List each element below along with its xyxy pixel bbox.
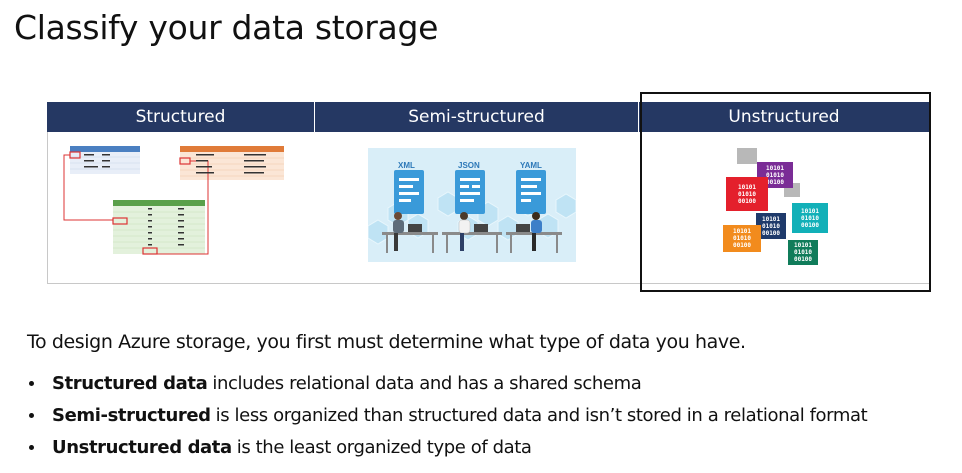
binary-block-orange: 10101 01010 00100 (723, 225, 761, 252)
bullet-bold: Semi-structured (52, 404, 211, 426)
bullet-bold: Unstructured data (52, 436, 232, 458)
binary-block-teal: 10101 01010 00100 (792, 203, 828, 233)
bullet-dot-icon (29, 380, 34, 386)
bullet-list: Structured data includes relational data… (27, 367, 868, 463)
binary-block-green: 10101 01010 00100 (788, 240, 818, 265)
page-title: Classify your data storage (14, 8, 439, 47)
bullet-text: is the least organized type of data (236, 436, 532, 458)
bullet-item-unstructured: Unstructured data is the least organized… (27, 431, 867, 463)
bullet-item-semi-structured: Semi-structured is less organized than s… (27, 399, 868, 431)
bullet-dot-icon (29, 412, 34, 418)
panel-header-semi-structured: Semi-structured (315, 102, 638, 132)
bullet-item-structured: Structured data includes relational data… (27, 367, 867, 399)
relational-tables-graphic (63, 146, 284, 255)
gray-block (737, 148, 757, 164)
people-at-desks-graphic (382, 212, 562, 253)
semi-structured-illustration: XML JSON YAML (368, 148, 576, 262)
binary-block-red: 10101 01010 00100 (726, 177, 768, 211)
bullet-text: is less organized than structured data a… (215, 404, 868, 426)
bullet-dot-icon (29, 444, 34, 450)
intro-text: To design Azure storage, you first must … (27, 331, 746, 353)
bullet-text: includes relational data and has a share… (212, 372, 642, 394)
panel-header-structured: Structured (47, 102, 314, 132)
bullet-bold: Structured data (52, 372, 208, 394)
